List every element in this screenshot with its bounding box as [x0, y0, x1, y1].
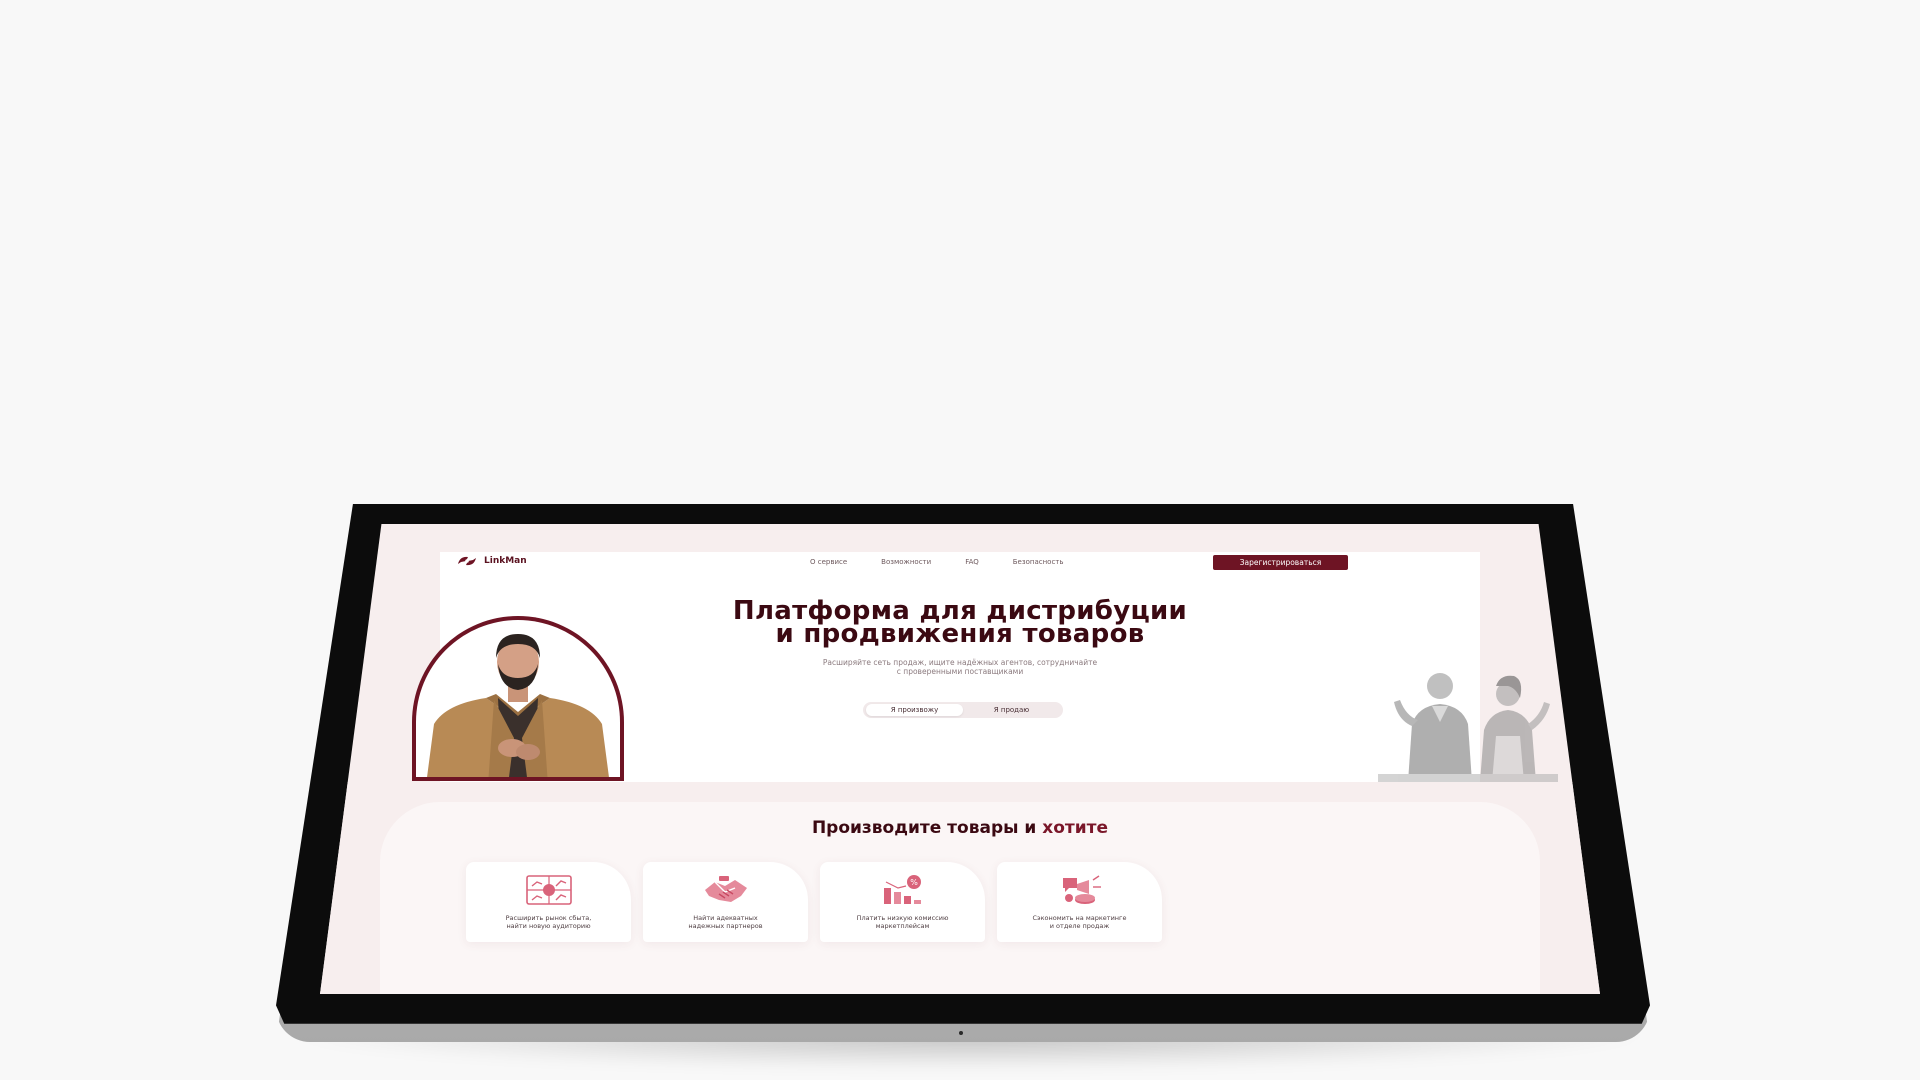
features-title-main: Производите товары и [811, 818, 1037, 838]
feature-card-market-line2: найти новую аудиторию [506, 922, 591, 930]
features-title-accent: хотите [1042, 818, 1109, 838]
feature-card-commission: % Платить низкую комиссию маркетплейсам [820, 862, 985, 942]
feature-card-market: Расширить рынок сбыта, найти новую аудит… [466, 862, 631, 942]
toggle-option-seller[interactable]: Я продаю [963, 704, 1060, 716]
market-expansion-icon [526, 875, 572, 905]
businessman-photo [426, 634, 610, 781]
feature-card-marketing: Сэкономить на маркетинге и отделе продаж [997, 862, 1162, 942]
hero-subtitle-line2: с проверенными поставщиками [896, 667, 1024, 676]
hero-title: Платформа для дистрибуции и продвижения … [620, 598, 1300, 649]
feature-card-partners-line1: Найти адекватных [693, 914, 758, 922]
svg-text:%: % [910, 878, 918, 887]
feature-card-marketing-line1: Сэкономить на маркетинге [1032, 914, 1127, 922]
feature-card-commission-line1: Платить низкую комиссию [856, 914, 949, 922]
partners-photo [1378, 673, 1558, 782]
hero-subtitle: Расширяйте сеть продаж, ищите надёжных а… [760, 658, 1160, 676]
hero-title-line2: и продвижения товаров [775, 619, 1145, 649]
hero-arch-base [412, 777, 624, 781]
feature-card-partners-text: Найти адекватных надежных партнеров [653, 914, 798, 930]
main-navigation: О сервисе Возможности FAQ Безопасность [810, 558, 1064, 566]
marketing-savings-icon [1063, 875, 1101, 904]
register-button[interactable]: Зарегистрироваться [1213, 555, 1348, 570]
feature-card-market-line1: Расширить рынок сбыта, [505, 914, 592, 922]
tablet-camera [959, 1031, 963, 1035]
nav-link-faq[interactable]: FAQ [965, 558, 979, 566]
feature-card-marketing-text: Сэкономить на маркетинге и отделе продаж [1007, 914, 1152, 930]
feature-card-marketing-line2: и отделе продаж [1049, 922, 1110, 930]
handshake-icon [705, 876, 747, 902]
feature-card-commission-line2: маркетплейсам [875, 922, 930, 930]
linkman-logo-icon [458, 556, 476, 566]
tablet-screen: LinkMan О сервисе Возможности FAQ Безопа… [320, 524, 1600, 994]
feature-card-partners-line2: надежных партнеров [688, 922, 763, 930]
toggle-option-producer[interactable]: Я произвожу [866, 704, 963, 716]
brand-name: LinkMan [484, 556, 527, 566]
features-cards: Расширить рынок сбыта, найти новую аудит… [466, 862, 1162, 942]
feature-card-commission-text: Платить низкую комиссию маркетплейсам [830, 914, 975, 930]
nav-link-features[interactable]: Возможности [881, 558, 931, 566]
role-toggle: Я произвожу Я продаю [863, 702, 1063, 718]
features-title: Производите товары и хотите [660, 818, 1260, 838]
nav-link-about[interactable]: О сервисе [810, 558, 847, 566]
nav-link-security[interactable]: Безопасность [1013, 558, 1064, 566]
feature-card-partners: Найти адекватных надежных партнеров [643, 862, 808, 942]
feature-card-market-text: Расширить рынок сбыта, найти новую аудит… [476, 914, 621, 930]
hero-subtitle-line1: Расширяйте сеть продаж, ищите надёжных а… [822, 658, 1098, 667]
brand-logo[interactable]: LinkMan [456, 554, 527, 568]
low-commission-icon: % [884, 875, 921, 904]
